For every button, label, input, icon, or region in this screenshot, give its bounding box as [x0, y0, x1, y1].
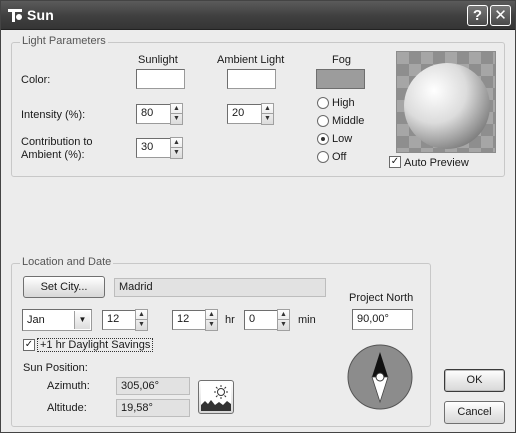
compass-icon[interactable] — [347, 344, 413, 410]
altitude-value: 19,58° — [116, 399, 190, 417]
project-north-label: Project North — [349, 292, 414, 304]
fog-color-swatch[interactable] — [316, 69, 365, 89]
azimuth-value: 305,06° — [116, 377, 190, 395]
project-north-input[interactable]: 90,00° — [352, 309, 413, 330]
day-spinner[interactable]: ▲ ▼ — [135, 309, 148, 331]
intensity-label: Intensity (%): — [21, 109, 86, 121]
spin-up-icon[interactable]: ▲ — [206, 310, 217, 320]
spin-up-icon[interactable]: ▲ — [278, 310, 289, 320]
city-field: Madrid — [114, 278, 326, 297]
spin-down-icon[interactable]: ▼ — [171, 114, 182, 124]
fog-radio-off[interactable] — [317, 151, 329, 163]
sun-dialog: Sun ? ✕ Light Parameters Sunlight Ambien… — [0, 0, 516, 433]
spin-down-icon[interactable]: ▼ — [136, 320, 147, 330]
spin-down-icon[interactable]: ▼ — [206, 320, 217, 330]
cancel-button[interactable]: Cancel — [444, 401, 505, 424]
contribution-label-line2: Ambient (%): — [21, 149, 85, 161]
light-preview — [396, 51, 496, 153]
color-label: Color: — [21, 74, 51, 86]
azimuth-label: Azimuth: — [47, 380, 90, 392]
sun-icon — [8, 9, 22, 22]
contribution-label-line1: Contribution to — [21, 136, 93, 148]
sunlight-column-header: Sunlight — [138, 54, 178, 66]
ambient-intensity-input[interactable]: 20 — [227, 104, 262, 124]
minute-spinner[interactable]: ▲ ▼ — [277, 309, 290, 331]
sunlight-contribution-input[interactable]: 30 — [136, 138, 171, 158]
sun-landscape-icon — [201, 383, 231, 411]
daylight-savings-label[interactable]: +1 hr Daylight Savings — [37, 338, 154, 352]
preview-sphere — [397, 52, 495, 152]
sun-position-label: Sun Position: — [23, 362, 88, 374]
spin-up-icon[interactable]: ▲ — [262, 104, 273, 114]
help-icon[interactable]: ? — [467, 5, 488, 26]
fog-low-label: Low — [332, 133, 353, 145]
fog-radio-low[interactable] — [317, 133, 329, 145]
ambient-intensity-spinner[interactable]: ▲ ▼ — [261, 103, 274, 125]
fog-radio-high[interactable] — [317, 97, 329, 109]
close-icon[interactable]: ✕ — [490, 5, 511, 26]
hour-input[interactable]: 12 — [172, 310, 206, 330]
window-title: Sun — [27, 7, 55, 23]
hour-unit-label: hr — [225, 314, 235, 326]
day-input[interactable]: 12 — [102, 310, 136, 330]
fog-middle-label: Middle — [332, 115, 365, 127]
fog-radio-middle[interactable] — [317, 115, 329, 127]
sunlight-intensity-spinner[interactable]: ▲ ▼ — [170, 103, 183, 125]
spin-down-icon[interactable]: ▼ — [278, 320, 289, 330]
contribution-spinner[interactable]: ▲ ▼ — [170, 137, 183, 159]
spin-up-icon[interactable]: ▲ — [171, 138, 182, 148]
fog-high-label: High — [332, 97, 355, 109]
dialog-body: Light Parameters Sunlight Ambient Light … — [1, 31, 515, 432]
month-value: Jan — [27, 314, 45, 326]
set-city-button[interactable]: Set City... — [23, 276, 105, 298]
spin-down-icon[interactable]: ▼ — [171, 148, 182, 158]
sunlight-color-swatch[interactable] — [136, 69, 185, 89]
auto-preview-label: Auto Preview — [404, 157, 469, 169]
spin-up-icon[interactable]: ▲ — [136, 310, 147, 320]
location-date-title: Location and Date — [20, 256, 114, 268]
altitude-label: Altitude: — [47, 402, 87, 414]
spin-down-icon[interactable]: ▼ — [262, 114, 273, 124]
spin-up-icon[interactable]: ▲ — [171, 104, 182, 114]
sunlight-intensity-input[interactable]: 80 — [136, 104, 171, 124]
auto-preview-checkbox[interactable]: ✓ — [389, 156, 401, 168]
ok-button[interactable]: OK — [444, 369, 505, 392]
ambient-column-header: Ambient Light — [217, 54, 285, 66]
month-select[interactable]: Jan ▼ — [22, 309, 92, 331]
dropdown-arrow-icon[interactable]: ▼ — [74, 311, 90, 329]
ambient-color-swatch[interactable] — [227, 69, 276, 89]
daylight-savings-checkbox[interactable]: ✓ — [23, 339, 35, 351]
title-bar[interactable]: Sun ? ✕ — [1, 1, 515, 30]
sun-position-picker[interactable] — [198, 380, 234, 414]
minute-input[interactable]: 0 — [244, 310, 278, 330]
light-parameters-title: Light Parameters — [20, 35, 108, 47]
fog-off-label: Off — [332, 151, 347, 163]
minute-unit-label: min — [298, 314, 316, 326]
hour-spinner[interactable]: ▲ ▼ — [205, 309, 218, 331]
fog-column-header: Fog — [332, 54, 351, 66]
